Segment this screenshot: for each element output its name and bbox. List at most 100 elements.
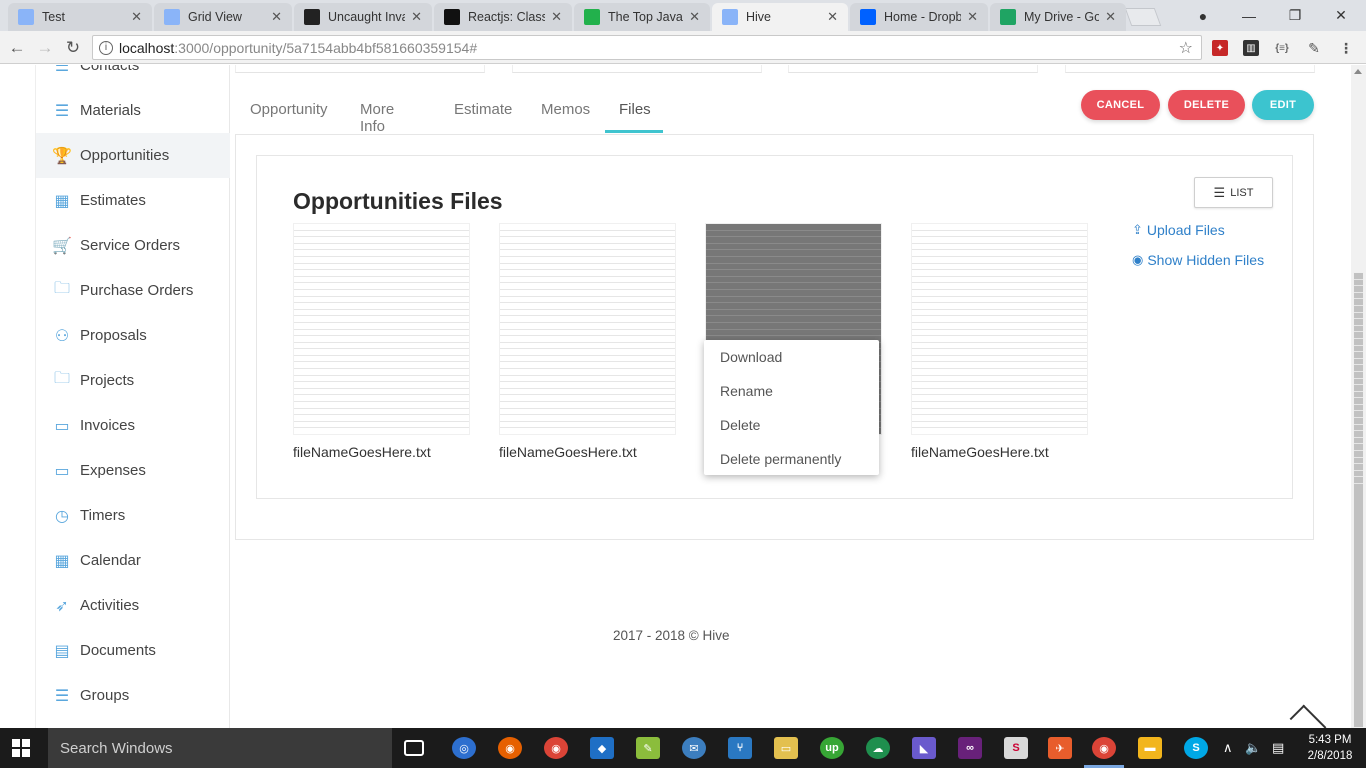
sidebar-item-contacts[interactable]: ☰ Contacts: [36, 65, 230, 88]
thunderbird-icon[interactable]: ✉: [682, 737, 706, 759]
file-item[interactable]: fileNameGoesHere.txt: [293, 223, 470, 460]
sidebar-item-purchase-orders[interactable]: 🗀 Purchase Orders: [36, 268, 230, 313]
profile-icon[interactable]: ●: [1180, 0, 1226, 31]
address-bar[interactable]: i localhost:3000/opportunity/5a7154abb4b…: [92, 35, 1202, 60]
menu-item-delete-permanently[interactable]: Delete permanently: [720, 451, 841, 467]
sidebar-item-estimates[interactable]: ▦ Estimates: [36, 178, 230, 223]
browser-tab[interactable]: Home - Dropb ✕: [850, 3, 988, 31]
page-scrollbar[interactable]: [1351, 65, 1366, 728]
browser-icon[interactable]: ◎: [452, 737, 476, 759]
browser-tab[interactable]: Uncaught Inva ✕: [294, 3, 432, 31]
url-path: :3000/opportunity/5a7154abb4bf5816603591…: [174, 39, 478, 56]
cancel-button[interactable]: CANCEL: [1081, 90, 1160, 120]
new-tab-button[interactable]: [1124, 8, 1162, 26]
scroll-up-icon[interactable]: [1354, 69, 1362, 74]
close-tab-icon[interactable]: ✕: [1105, 9, 1116, 25]
show-hidden-files-link[interactable]: ◉ Show Hidden Files: [1132, 252, 1264, 268]
tab-more-info[interactable]: More Info: [360, 93, 394, 135]
extension-icon[interactable]: {≡}: [1274, 40, 1290, 56]
tab-estimate[interactable]: Estimate: [454, 93, 512, 133]
scrollbar-thumb[interactable]: [1353, 272, 1364, 728]
sidebar-item-activities[interactable]: ➶ Activities: [36, 583, 230, 628]
close-tab-icon[interactable]: ✕: [967, 9, 978, 25]
menu-item-rename[interactable]: Rename: [720, 383, 773, 399]
volume-icon[interactable]: 🔈: [1245, 740, 1261, 756]
windows-start-icon[interactable]: [12, 739, 30, 757]
clock[interactable]: 5:43 PM 2/8/2018: [1300, 732, 1360, 764]
browser-tab[interactable]: Hive ✕: [712, 3, 848, 31]
sidebar-item-proposals[interactable]: ⚇ Proposals: [36, 313, 230, 358]
app-icon[interactable]: ◣: [912, 737, 936, 759]
scroll-to-top-icon[interactable]: [1289, 704, 1327, 728]
upload-files-link[interactable]: ⇪ Upload Files: [1132, 222, 1225, 238]
browser-tab[interactable]: Test ✕: [8, 3, 152, 31]
file-item[interactable]: fileNameGoesHere.txt: [911, 223, 1088, 460]
browser-tab[interactable]: Reactjs: Class C ✕: [434, 3, 572, 31]
menu-item-download[interactable]: Download: [720, 349, 782, 365]
skype-icon[interactable]: S: [1184, 737, 1208, 759]
sidebar-item-groups[interactable]: ☰ Groups: [36, 673, 230, 718]
vscode-icon[interactable]: ◆: [590, 737, 614, 759]
maximize-icon[interactable]: ❐: [1272, 0, 1318, 31]
upwork-icon[interactable]: up: [820, 737, 844, 759]
close-tab-icon[interactable]: ✕: [411, 9, 422, 25]
minimize-icon[interactable]: —: [1226, 0, 1272, 31]
close-tab-icon[interactable]: ✕: [827, 9, 838, 25]
sidebar-item-service-orders[interactable]: 🛒 Service Orders: [36, 223, 230, 268]
chrome-icon[interactable]: ◉: [1092, 737, 1116, 759]
close-tab-icon[interactable]: ✕: [551, 9, 562, 25]
file-thumbnail[interactable]: [911, 223, 1088, 435]
sourcetree-icon[interactable]: ⑂: [728, 737, 752, 759]
tab-files[interactable]: Files: [605, 93, 663, 133]
extension-icon[interactable]: ▥: [1243, 40, 1259, 56]
close-tab-icon[interactable]: ✕: [271, 9, 282, 25]
sidebar-item-materials[interactable]: ☰ Materials: [36, 88, 230, 133]
sidebar-item-documents[interactable]: ▤ Documents: [36, 628, 230, 673]
sidebar-item-label: Projects: [80, 372, 135, 389]
firefox-icon[interactable]: ◉: [498, 737, 522, 759]
sidebar-item-calendar[interactable]: ▦ Calendar: [36, 538, 230, 583]
sidebar-item-timers[interactable]: ◷ Timers: [36, 493, 230, 538]
notification-icon[interactable]: ▤: [1272, 740, 1284, 756]
sidebar-item-expenses[interactable]: ▭ Expenses: [36, 448, 230, 493]
tab-opportunity[interactable]: Opportunity: [250, 93, 328, 133]
browser-tab[interactable]: My Drive - Go ✕: [990, 3, 1126, 31]
file-item[interactable]: fileNameGoesHere.txt: [499, 223, 676, 460]
close-tab-icon[interactable]: ✕: [131, 9, 142, 25]
sidebar-item-opportunities[interactable]: 🏆 Opportunities: [36, 133, 230, 178]
sidebar-item-projects[interactable]: 🗀 Projects: [36, 358, 230, 403]
reload-icon[interactable]: ↻: [62, 37, 84, 59]
bookmark-star-icon[interactable]: ☆: [1179, 38, 1193, 58]
folder-icon[interactable]: ▬: [1138, 737, 1162, 759]
back-icon[interactable]: ←: [6, 37, 28, 59]
close-window-icon[interactable]: ✕: [1318, 0, 1364, 31]
menu-item-delete[interactable]: Delete: [720, 417, 760, 433]
browser-tab[interactable]: The Top JavaSc ✕: [574, 3, 710, 31]
list-view-button[interactable]: ☰ LIST: [1194, 177, 1273, 208]
edit-button[interactable]: EDIT: [1252, 90, 1314, 120]
info-icon[interactable]: i: [99, 40, 113, 55]
taskbar-search-input[interactable]: Search Windows: [48, 728, 392, 768]
delete-button[interactable]: DELETE: [1168, 90, 1245, 120]
thumbnail-row: [500, 257, 675, 264]
tab-memos[interactable]: Memos: [541, 93, 590, 133]
forward-icon[interactable]: →: [34, 37, 56, 59]
postman-icon[interactable]: ✈: [1048, 737, 1072, 759]
slack-icon[interactable]: S: [1004, 737, 1028, 759]
extension-icon[interactable]: ✎: [1306, 40, 1322, 56]
chat-icon[interactable]: ☁: [866, 737, 890, 759]
sidebar-item-invoices[interactable]: ▭ Invoices: [36, 403, 230, 448]
browser-tab[interactable]: Grid View ✕: [154, 3, 292, 31]
file-explorer-icon[interactable]: ▭: [774, 737, 798, 759]
close-tab-icon[interactable]: ✕: [689, 9, 700, 25]
thumbnail-row: [912, 297, 1087, 304]
tray-up-icon[interactable]: ∧: [1223, 740, 1233, 756]
extension-icon[interactable]: ✦: [1212, 40, 1228, 56]
task-view-icon[interactable]: [404, 740, 424, 756]
chrome-icon[interactable]: ◉: [544, 737, 568, 759]
menu-icon[interactable]: ⋮: [1338, 40, 1354, 56]
file-thumbnail[interactable]: [293, 223, 470, 435]
file-thumbnail[interactable]: [499, 223, 676, 435]
visual-studio-icon[interactable]: ∞: [958, 737, 982, 759]
notepad-icon[interactable]: ✎: [636, 737, 660, 759]
